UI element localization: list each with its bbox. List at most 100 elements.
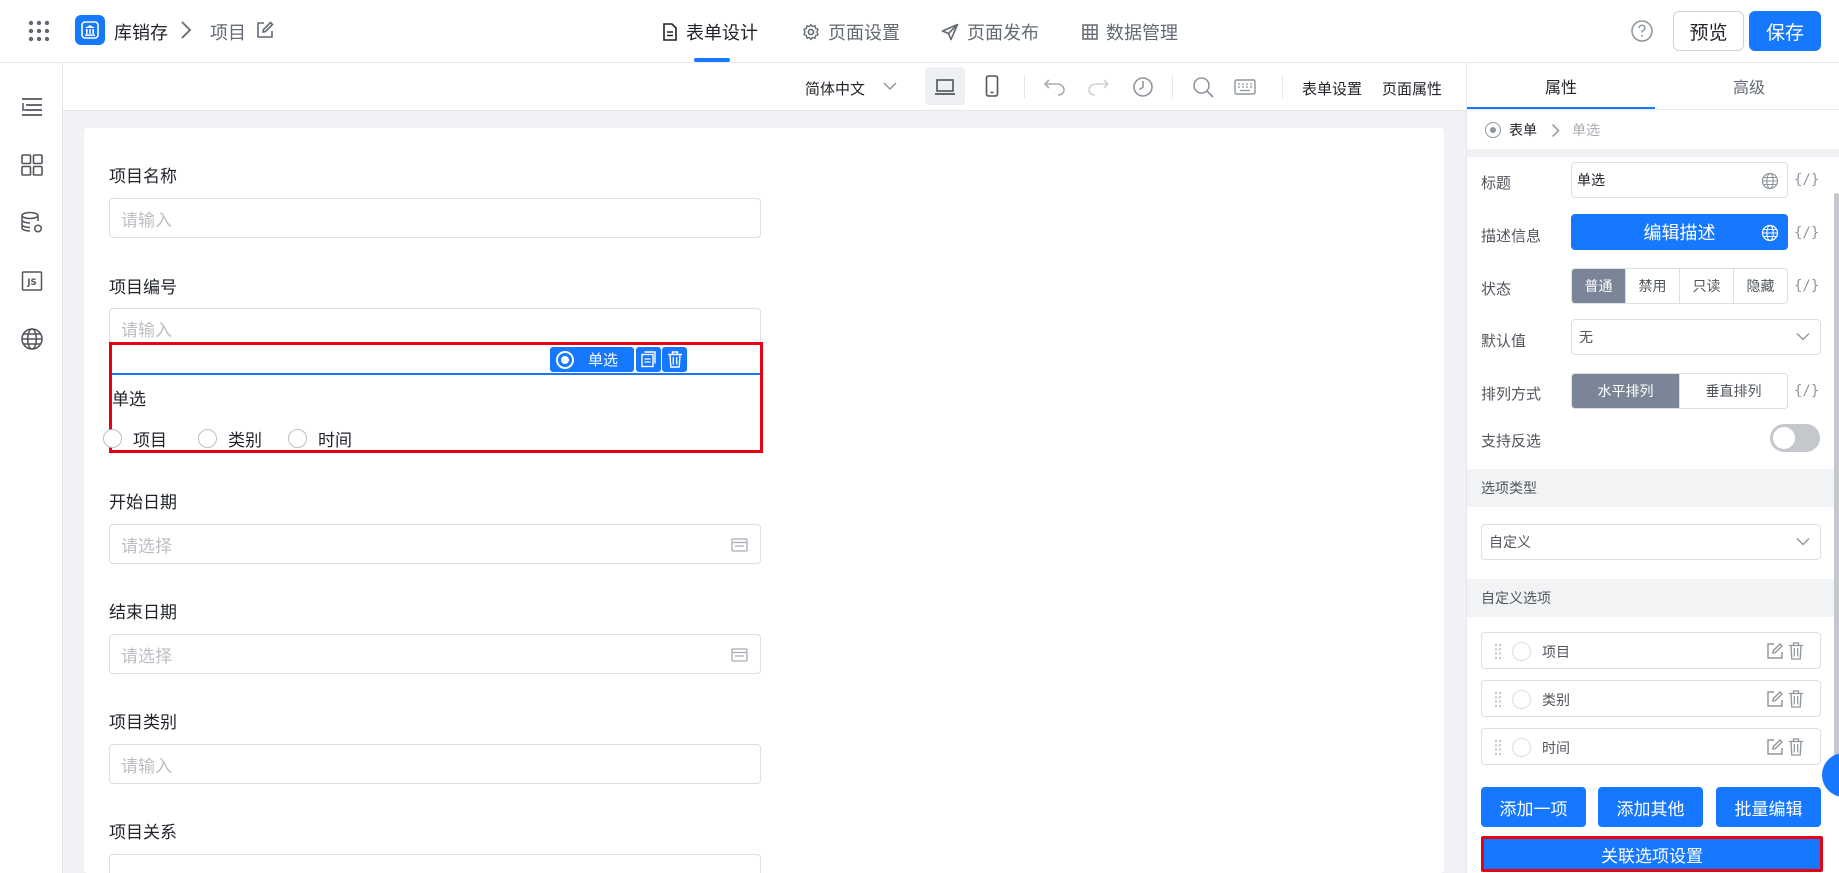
batch-edit-button[interactable]: 批量编辑 <box>1716 787 1821 827</box>
option-label: 时间 <box>1542 741 1570 757</box>
svg-text:JS: JS <box>26 278 36 288</box>
state-hidden[interactable]: 隐藏 <box>1734 269 1787 303</box>
expression-icon[interactable]: {/} <box>1794 172 1819 188</box>
input-placeholder: 请选择 <box>121 646 172 667</box>
app-name[interactable]: 库销存 <box>114 19 168 45</box>
deselect-toggle[interactable] <box>1770 424 1820 452</box>
mobile-icon[interactable] <box>985 75 999 97</box>
edit-icon[interactable] <box>1766 642 1784 660</box>
keyboard-icon[interactable] <box>1234 79 1256 95</box>
field-label: 结束日期 <box>109 603 177 623</box>
linked-option-settings-button[interactable]: 关联选项设置 <box>1481 836 1823 872</box>
date-picker[interactable]: 请选择 <box>109 524 761 564</box>
drag-handle-icon[interactable] <box>1494 643 1502 660</box>
date-picker[interactable]: 请选择 <box>109 634 761 674</box>
radio-circle[interactable] <box>1512 738 1531 757</box>
panel-scrollbar[interactable] <box>1834 193 1839 793</box>
selected-radio-component[interactable]: 单选 单选 项目 类别 时间 <box>103 342 763 453</box>
default-value: 无 <box>1579 330 1593 346</box>
tab-advanced[interactable]: 高级 <box>1655 63 1839 109</box>
form-settings-link[interactable]: 表单设置 <box>1302 78 1362 99</box>
chevron-right-icon <box>181 21 192 39</box>
undo-icon[interactable] <box>1044 78 1066 96</box>
tab-label: 表单设计 <box>686 22 758 44</box>
database-settings-icon[interactable] <box>20 211 44 235</box>
option-type-heading: 选项类型 <box>1467 469 1839 507</box>
page-properties-link[interactable]: 页面属性 <box>1382 78 1442 99</box>
redo-icon[interactable] <box>1087 78 1109 96</box>
edit-icon[interactable] <box>1766 690 1784 708</box>
tab-properties[interactable]: 属性 <box>1467 63 1655 109</box>
delete-component-button[interactable] <box>662 347 687 372</box>
expression-icon[interactable]: {/} <box>1794 383 1819 399</box>
field-label: 开始日期 <box>109 493 177 513</box>
floating-assistant-icon[interactable] <box>1822 753 1839 797</box>
globe-icon[interactable] <box>1761 224 1779 242</box>
radio-option[interactable]: 类别 <box>198 426 262 451</box>
components-icon[interactable] <box>20 153 44 177</box>
edit-icon[interactable] <box>1766 738 1784 756</box>
tab-page-settings[interactable]: 页面设置 <box>802 0 900 63</box>
default-value-select[interactable]: 无 <box>1571 319 1821 355</box>
globe-icon[interactable] <box>1761 172 1779 190</box>
drag-handle-icon[interactable] <box>1494 691 1502 708</box>
radio-option[interactable]: 时间 <box>288 426 352 451</box>
text-input[interactable]: 请输入 <box>109 744 761 784</box>
option-type-select[interactable]: 自定义 <box>1481 524 1821 560</box>
tab-data-management[interactable]: 数据管理 <box>1082 0 1178 63</box>
search-icon[interactable] <box>1192 76 1214 98</box>
calendar-icon <box>731 648 748 662</box>
edit-description-button[interactable]: 编辑描述 <box>1571 214 1788 250</box>
selection-line <box>112 373 760 375</box>
prop-label: 默认值 <box>1481 332 1527 350</box>
laptop-icon[interactable] <box>934 78 956 96</box>
edit-icon[interactable] <box>255 20 275 40</box>
trash-icon[interactable] <box>1788 642 1804 660</box>
breadcrumb-form[interactable]: 表单 <box>1509 120 1537 140</box>
app-logo <box>75 15 105 45</box>
outline-tree-icon[interactable] <box>20 95 44 119</box>
expression-icon[interactable]: {/} <box>1794 225 1819 241</box>
radio-circle[interactable] <box>1512 642 1531 661</box>
preview-button[interactable]: 预览 <box>1673 11 1744 51</box>
drag-handle-icon[interactable] <box>1494 739 1502 756</box>
custom-options-heading: 自定义选项 <box>1467 579 1839 617</box>
radio-circle <box>103 429 122 448</box>
radio-option[interactable]: 项目 <box>103 426 167 451</box>
language-select[interactable]: 简体中文 <box>805 78 865 99</box>
history-icon[interactable] <box>1132 76 1154 98</box>
tab-page-publish[interactable]: 页面发布 <box>941 0 1039 63</box>
state-readonly[interactable]: 只读 <box>1680 269 1734 303</box>
expression-icon[interactable]: {/} <box>1794 278 1819 294</box>
title-input[interactable]: 单选 <box>1571 162 1788 198</box>
help-icon[interactable] <box>1630 19 1654 43</box>
text-input[interactable]: 请输入 <box>109 198 761 238</box>
title-value: 单选 <box>1577 173 1605 189</box>
tab-form-design[interactable]: 表单设计 <box>662 0 758 63</box>
trash-icon[interactable] <box>1788 690 1804 708</box>
prop-label: 状态 <box>1481 280 1512 298</box>
globe-icon[interactable] <box>20 327 44 351</box>
text-input[interactable] <box>109 854 761 873</box>
layout-horizontal[interactable]: 水平排列 <box>1572 374 1680 408</box>
send-icon <box>941 23 959 40</box>
javascript-icon[interactable]: JS <box>20 269 44 293</box>
tabs-divider <box>1467 109 1839 110</box>
copy-component-button[interactable] <box>636 347 661 372</box>
add-other-button[interactable]: 添加其他 <box>1598 787 1703 827</box>
radio-circle[interactable] <box>1512 690 1531 709</box>
toolbar-divider <box>1024 76 1025 98</box>
state-disabled[interactable]: 禁用 <box>1626 269 1680 303</box>
trash-icon[interactable] <box>1788 738 1804 756</box>
page-name: 项目 <box>210 23 246 44</box>
state-normal[interactable]: 普通 <box>1572 269 1626 303</box>
field-label: 项目名称 <box>109 167 177 187</box>
radio-icon <box>1485 122 1501 138</box>
layout-vertical[interactable]: 垂直排列 <box>1680 374 1787 408</box>
add-option-button[interactable]: 添加一项 <box>1481 787 1586 827</box>
chevron-down-icon[interactable] <box>883 81 897 91</box>
save-button[interactable]: 保存 <box>1749 11 1821 51</box>
prop-label: 标题 <box>1481 174 1512 192</box>
chevron-right-icon <box>1551 123 1560 137</box>
apps-grid-icon[interactable] <box>27 19 51 43</box>
